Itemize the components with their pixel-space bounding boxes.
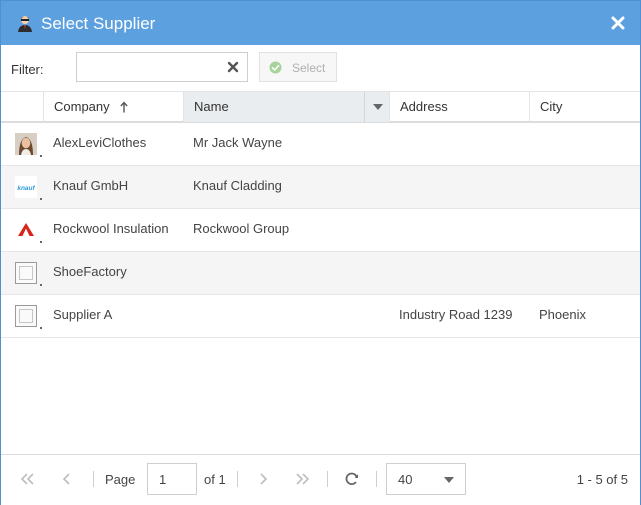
column-header-label: Name [194,99,229,114]
thumbnail-column-header [1,92,43,122]
rockwool-logo-icon [15,219,37,241]
select-button[interactable]: Select [259,52,337,82]
refresh-icon[interactable] [344,472,360,486]
company-cell: AlexLeviClothes [53,135,147,150]
table-row[interactable]: knauf Knauf GmbH Knauf Cladding [1,166,640,209]
thumb-marker [40,284,42,286]
column-header-label: Company [54,99,110,114]
select-supplier-dialog: Select Supplier Filter: Select Company N… [0,0,641,505]
close-icon[interactable] [608,13,628,33]
user-agent-icon [18,16,32,32]
table-row[interactable]: Supplier A Industry Road 1239 Phoenix [1,295,640,338]
pager-divider [376,471,377,487]
name-cell: Mr Jack Wayne [193,135,283,150]
previous-page-icon[interactable] [59,472,75,486]
column-header-city[interactable]: City [529,92,640,122]
first-page-icon[interactable] [19,472,35,486]
check-circle-icon [269,61,282,74]
filter-label: Filter: [11,62,44,77]
clear-filter-icon[interactable] [227,61,239,73]
company-cell: Knauf GmbH [53,178,129,193]
name-cell: Knauf Cladding [193,178,282,193]
address-cell: Industry Road 1239 [399,307,513,322]
record-range-text: 1 - 5 of 5 [576,472,628,487]
thumb-marker [40,155,42,157]
company-cell: Supplier A [53,307,113,322]
pager-divider [93,471,94,487]
column-menu-button[interactable] [364,92,390,122]
toolbar: Filter: Select [1,45,640,91]
page-size-value: 40 [398,472,413,487]
name-cell: Rockwool Group [193,221,290,236]
grid-header: Company Name Address City [1,91,640,123]
column-header-label: City [540,99,563,114]
placeholder-image-icon [15,305,37,327]
filter-input[interactable] [81,54,225,82]
column-header-company[interactable]: Company [43,92,183,122]
column-header-name[interactable]: Name [183,92,389,122]
sort-ascending-icon [120,101,128,113]
placeholder-image-icon [15,262,37,284]
svg-text:knauf: knauf [17,185,35,192]
page-number-input[interactable] [147,463,197,495]
thumb-marker [40,241,42,243]
thumb-marker [40,198,42,200]
page-count-label: of 1 [204,472,226,487]
table-row[interactable]: Rockwool Insulation Rockwool Group [1,209,640,252]
knauf-logo-icon: knauf [15,176,37,198]
chevron-down-icon [444,477,454,483]
city-cell: Phoenix [539,307,586,322]
pager-toolbar: Page of 1 40 1 - 5 of 5 [1,454,640,505]
table-row[interactable]: AlexLeviClothes Mr Jack Wayne [1,123,640,166]
filter-field[interactable] [76,52,248,82]
next-page-icon[interactable] [255,472,271,486]
company-cell: Rockwool Insulation [53,221,169,236]
company-cell: ShoeFactory [53,264,127,279]
dialog-titlebar: Select Supplier [1,1,640,45]
dialog-title: Select Supplier [41,14,156,33]
thumb-marker [40,327,42,329]
pager-divider [237,471,238,487]
last-page-icon[interactable] [295,472,311,486]
table-row[interactable]: ShoeFactory [1,252,640,295]
page-label: Page [105,472,136,487]
column-header-address[interactable]: Address [389,92,529,122]
select-button-label: Select [292,61,326,75]
chevron-down-icon [373,104,383,110]
person-photo-icon [15,133,37,155]
page-size-select[interactable]: 40 [386,463,466,495]
column-header-label: Address [400,99,448,114]
pager-divider [327,471,328,487]
